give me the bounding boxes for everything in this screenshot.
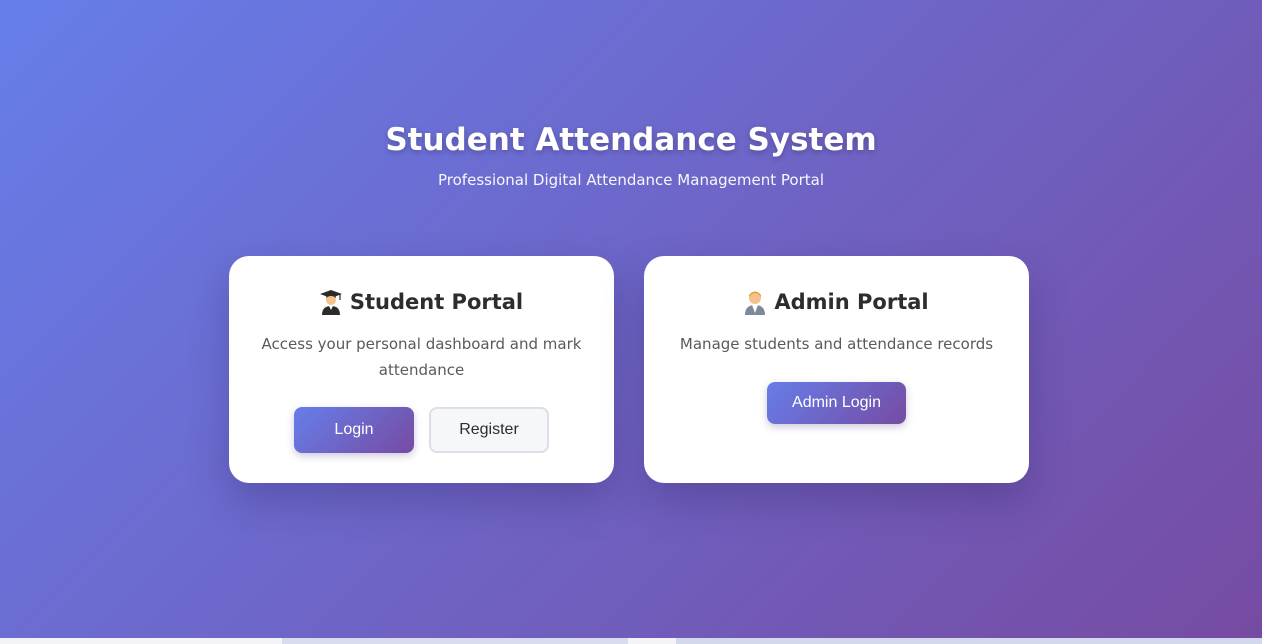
admin-person-icon [744,289,766,315]
admin-login-button[interactable]: Admin Login [767,382,906,424]
student-portal-actions: Login Register [229,407,614,453]
page-subtitle: Professional Digital Attendance Manageme… [438,171,824,189]
admin-portal-heading: Admin Portal [644,288,1029,316]
student-portal-heading: Student Portal [229,288,614,316]
student-login-button[interactable]: Login [294,407,414,453]
bottom-edge-strip [0,638,1262,644]
admin-portal-title: Admin Portal [774,290,929,314]
student-portal-title: Student Portal [349,290,524,314]
admin-portal-card: Admin Portal Manage students and attenda… [644,256,1029,483]
student-register-button[interactable]: Register [429,407,549,453]
portal-cards: Student Portal Access your personal dash… [229,256,1029,483]
student-portal-card: Student Portal Access your personal dash… [229,256,614,483]
admin-portal-actions: Admin Login [644,382,1029,424]
student-graduate-icon [319,289,342,315]
admin-portal-description: Manage students and attendance records [679,335,994,353]
student-portal-description: Access your personal dashboard and mark … [261,335,582,379]
page-header: Student Attendance System Professional D… [0,118,1262,190]
page-title: Student Attendance System [385,122,877,158]
